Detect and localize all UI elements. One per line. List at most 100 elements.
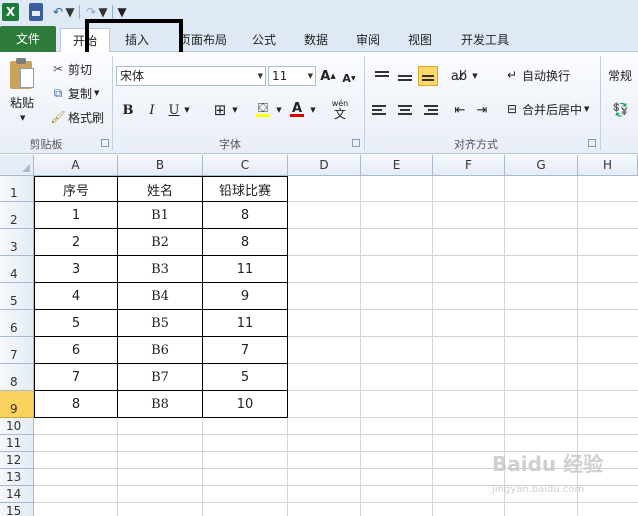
italic-button[interactable]: I bbox=[142, 100, 162, 120]
table-header-cell[interactable]: 序号 bbox=[34, 176, 118, 202]
tab-developer[interactable]: 开发工具 bbox=[452, 28, 518, 52]
column-header-a[interactable]: A bbox=[34, 155, 118, 176]
table-cell[interactable]: 10 bbox=[202, 390, 288, 418]
column-header-d[interactable]: D bbox=[288, 155, 361, 176]
table-cell[interactable]: 11 bbox=[202, 255, 288, 283]
paste-dropdown-icon[interactable]: ▼ bbox=[20, 114, 25, 122]
table-cell[interactable]: 5 bbox=[202, 363, 288, 391]
column-header-c[interactable]: C bbox=[203, 155, 288, 176]
phonetic-guide-icon[interactable]: wén 文 bbox=[326, 96, 354, 122]
undo-dropdown-icon[interactable]: ▼ bbox=[65, 3, 75, 21]
align-top-icon[interactable] bbox=[372, 66, 392, 86]
column-header-g[interactable]: G bbox=[505, 155, 578, 176]
align-right-icon[interactable] bbox=[418, 100, 438, 120]
tab-file[interactable]: 文件 bbox=[0, 26, 56, 52]
row-header-12[interactable]: 12 bbox=[0, 452, 34, 469]
number-format-select[interactable]: 常规 bbox=[608, 66, 632, 84]
decrease-indent-icon[interactable]: ⇤ bbox=[450, 100, 470, 120]
table-cell[interactable]: B7 bbox=[117, 363, 203, 391]
table-cell[interactable]: 9 bbox=[202, 282, 288, 310]
table-header-cell[interactable]: 姓名 bbox=[117, 176, 203, 202]
excel-logo-icon[interactable]: X bbox=[2, 3, 19, 21]
underline-button[interactable]: U bbox=[166, 100, 182, 120]
decrease-font-icon[interactable]: A ▼ bbox=[340, 68, 358, 88]
bold-button[interactable]: B bbox=[118, 100, 138, 120]
tab-data[interactable]: 数据 bbox=[296, 28, 336, 52]
alignment-launcher-icon[interactable] bbox=[588, 139, 596, 147]
row-header-15[interactable]: 15 bbox=[0, 503, 34, 516]
row-header-13[interactable]: 13 bbox=[0, 469, 34, 486]
underline-dropdown-icon[interactable]: ▼ bbox=[182, 100, 192, 120]
row-header-1[interactable]: 1 bbox=[0, 176, 34, 202]
font-color-dropdown-icon[interactable]: ▼ bbox=[308, 100, 318, 120]
table-cell[interactable]: B8 bbox=[117, 390, 203, 418]
select-all-corner[interactable] bbox=[0, 155, 34, 176]
column-header-e[interactable]: E bbox=[361, 155, 433, 176]
column-header-f[interactable]: F bbox=[433, 155, 505, 176]
currency-format-icon[interactable]: 💱 bbox=[610, 100, 632, 120]
border-dropdown-icon[interactable]: ▼ bbox=[230, 100, 240, 120]
row-header-11[interactable]: 11 bbox=[0, 435, 34, 452]
merge-center-button[interactable]: ⊟ 合并后居中 ▼ bbox=[504, 100, 589, 118]
table-cell[interactable]: 7 bbox=[202, 336, 288, 364]
table-cell[interactable]: 5 bbox=[34, 309, 118, 337]
row-header-7[interactable]: 7 bbox=[0, 337, 34, 364]
save-icon[interactable] bbox=[29, 3, 43, 21]
format-painter-button[interactable]: 🖌 格式刷 bbox=[50, 108, 104, 126]
orientation-dropdown-icon[interactable]: ▼ bbox=[470, 66, 480, 86]
clipboard-launcher-icon[interactable] bbox=[101, 139, 109, 147]
row-header-5[interactable]: 5 bbox=[0, 283, 34, 310]
merge-dropdown-icon[interactable]: ▼ bbox=[584, 105, 589, 113]
table-cell[interactable]: B6 bbox=[117, 336, 203, 364]
table-cell[interactable]: 8 bbox=[202, 201, 288, 229]
paste-icon[interactable] bbox=[10, 58, 36, 90]
font-size-select[interactable]: 11 ▼ bbox=[268, 66, 316, 86]
fill-dropdown-icon[interactable]: ▼ bbox=[274, 100, 284, 120]
row-header-10[interactable]: 10 bbox=[0, 418, 34, 435]
row-header-9[interactable]: 9 bbox=[0, 391, 34, 418]
table-cell[interactable]: 3 bbox=[34, 255, 118, 283]
font-color-icon[interactable]: A bbox=[286, 98, 308, 118]
align-center-icon[interactable] bbox=[395, 100, 415, 120]
table-cell[interactable]: 8 bbox=[34, 390, 118, 418]
table-cell[interactable]: B1 bbox=[117, 201, 203, 229]
font-name-select[interactable]: 宋体 ▼ bbox=[116, 66, 266, 86]
table-cell[interactable]: B4 bbox=[117, 282, 203, 310]
table-cell[interactable]: 8 bbox=[202, 228, 288, 256]
increase-indent-icon[interactable]: ⇥ bbox=[472, 100, 492, 120]
tab-formulas[interactable]: 公式 bbox=[244, 28, 284, 52]
table-cell[interactable]: 4 bbox=[34, 282, 118, 310]
row-header-8[interactable]: 8 bbox=[0, 364, 34, 391]
align-left-icon[interactable] bbox=[372, 100, 392, 120]
table-cell[interactable]: 11 bbox=[202, 309, 288, 337]
row-header-2[interactable]: 2 bbox=[0, 202, 34, 229]
column-header-h[interactable]: H bbox=[578, 155, 638, 176]
row-header-3[interactable]: 3 bbox=[0, 229, 34, 256]
increase-font-icon[interactable]: A ▲ bbox=[318, 66, 338, 86]
tab-view[interactable]: 视图 bbox=[400, 28, 440, 52]
orientation-icon[interactable]: ab̸ bbox=[448, 66, 470, 86]
font-launcher-icon[interactable] bbox=[352, 139, 360, 147]
table-cell[interactable]: 1 bbox=[34, 201, 118, 229]
row-header-6[interactable]: 6 bbox=[0, 310, 34, 337]
border-icon[interactable]: ⊞ bbox=[210, 100, 230, 120]
table-cell[interactable]: B5 bbox=[117, 309, 203, 337]
table-cell[interactable]: 7 bbox=[34, 363, 118, 391]
row-header-4[interactable]: 4 bbox=[0, 256, 34, 283]
column-header-b[interactable]: B bbox=[118, 155, 203, 176]
table-cell[interactable]: B3 bbox=[117, 255, 203, 283]
align-bottom-icon[interactable] bbox=[418, 66, 438, 86]
copy-dropdown-icon[interactable]: ▼ bbox=[94, 89, 99, 97]
align-middle-icon[interactable] bbox=[395, 66, 415, 86]
cut-button[interactable]: ✂ 剪切 bbox=[50, 60, 92, 78]
table-cell[interactable]: 6 bbox=[34, 336, 118, 364]
fill-color-icon[interactable]: ⛋ bbox=[252, 98, 274, 118]
copy-button[interactable]: ⧉ 复制 ▼ bbox=[50, 84, 100, 102]
wrap-text-button[interactable]: ↵ 自动换行 bbox=[504, 66, 570, 84]
undo-icon[interactable]: ↶ bbox=[51, 3, 65, 21]
table-cell[interactable]: B2 bbox=[117, 228, 203, 256]
tab-review[interactable]: 审阅 bbox=[348, 28, 388, 52]
table-header-cell[interactable]: 铅球比赛 bbox=[202, 176, 288, 202]
row-header-14[interactable]: 14 bbox=[0, 486, 34, 503]
table-cell[interactable]: 2 bbox=[34, 228, 118, 256]
